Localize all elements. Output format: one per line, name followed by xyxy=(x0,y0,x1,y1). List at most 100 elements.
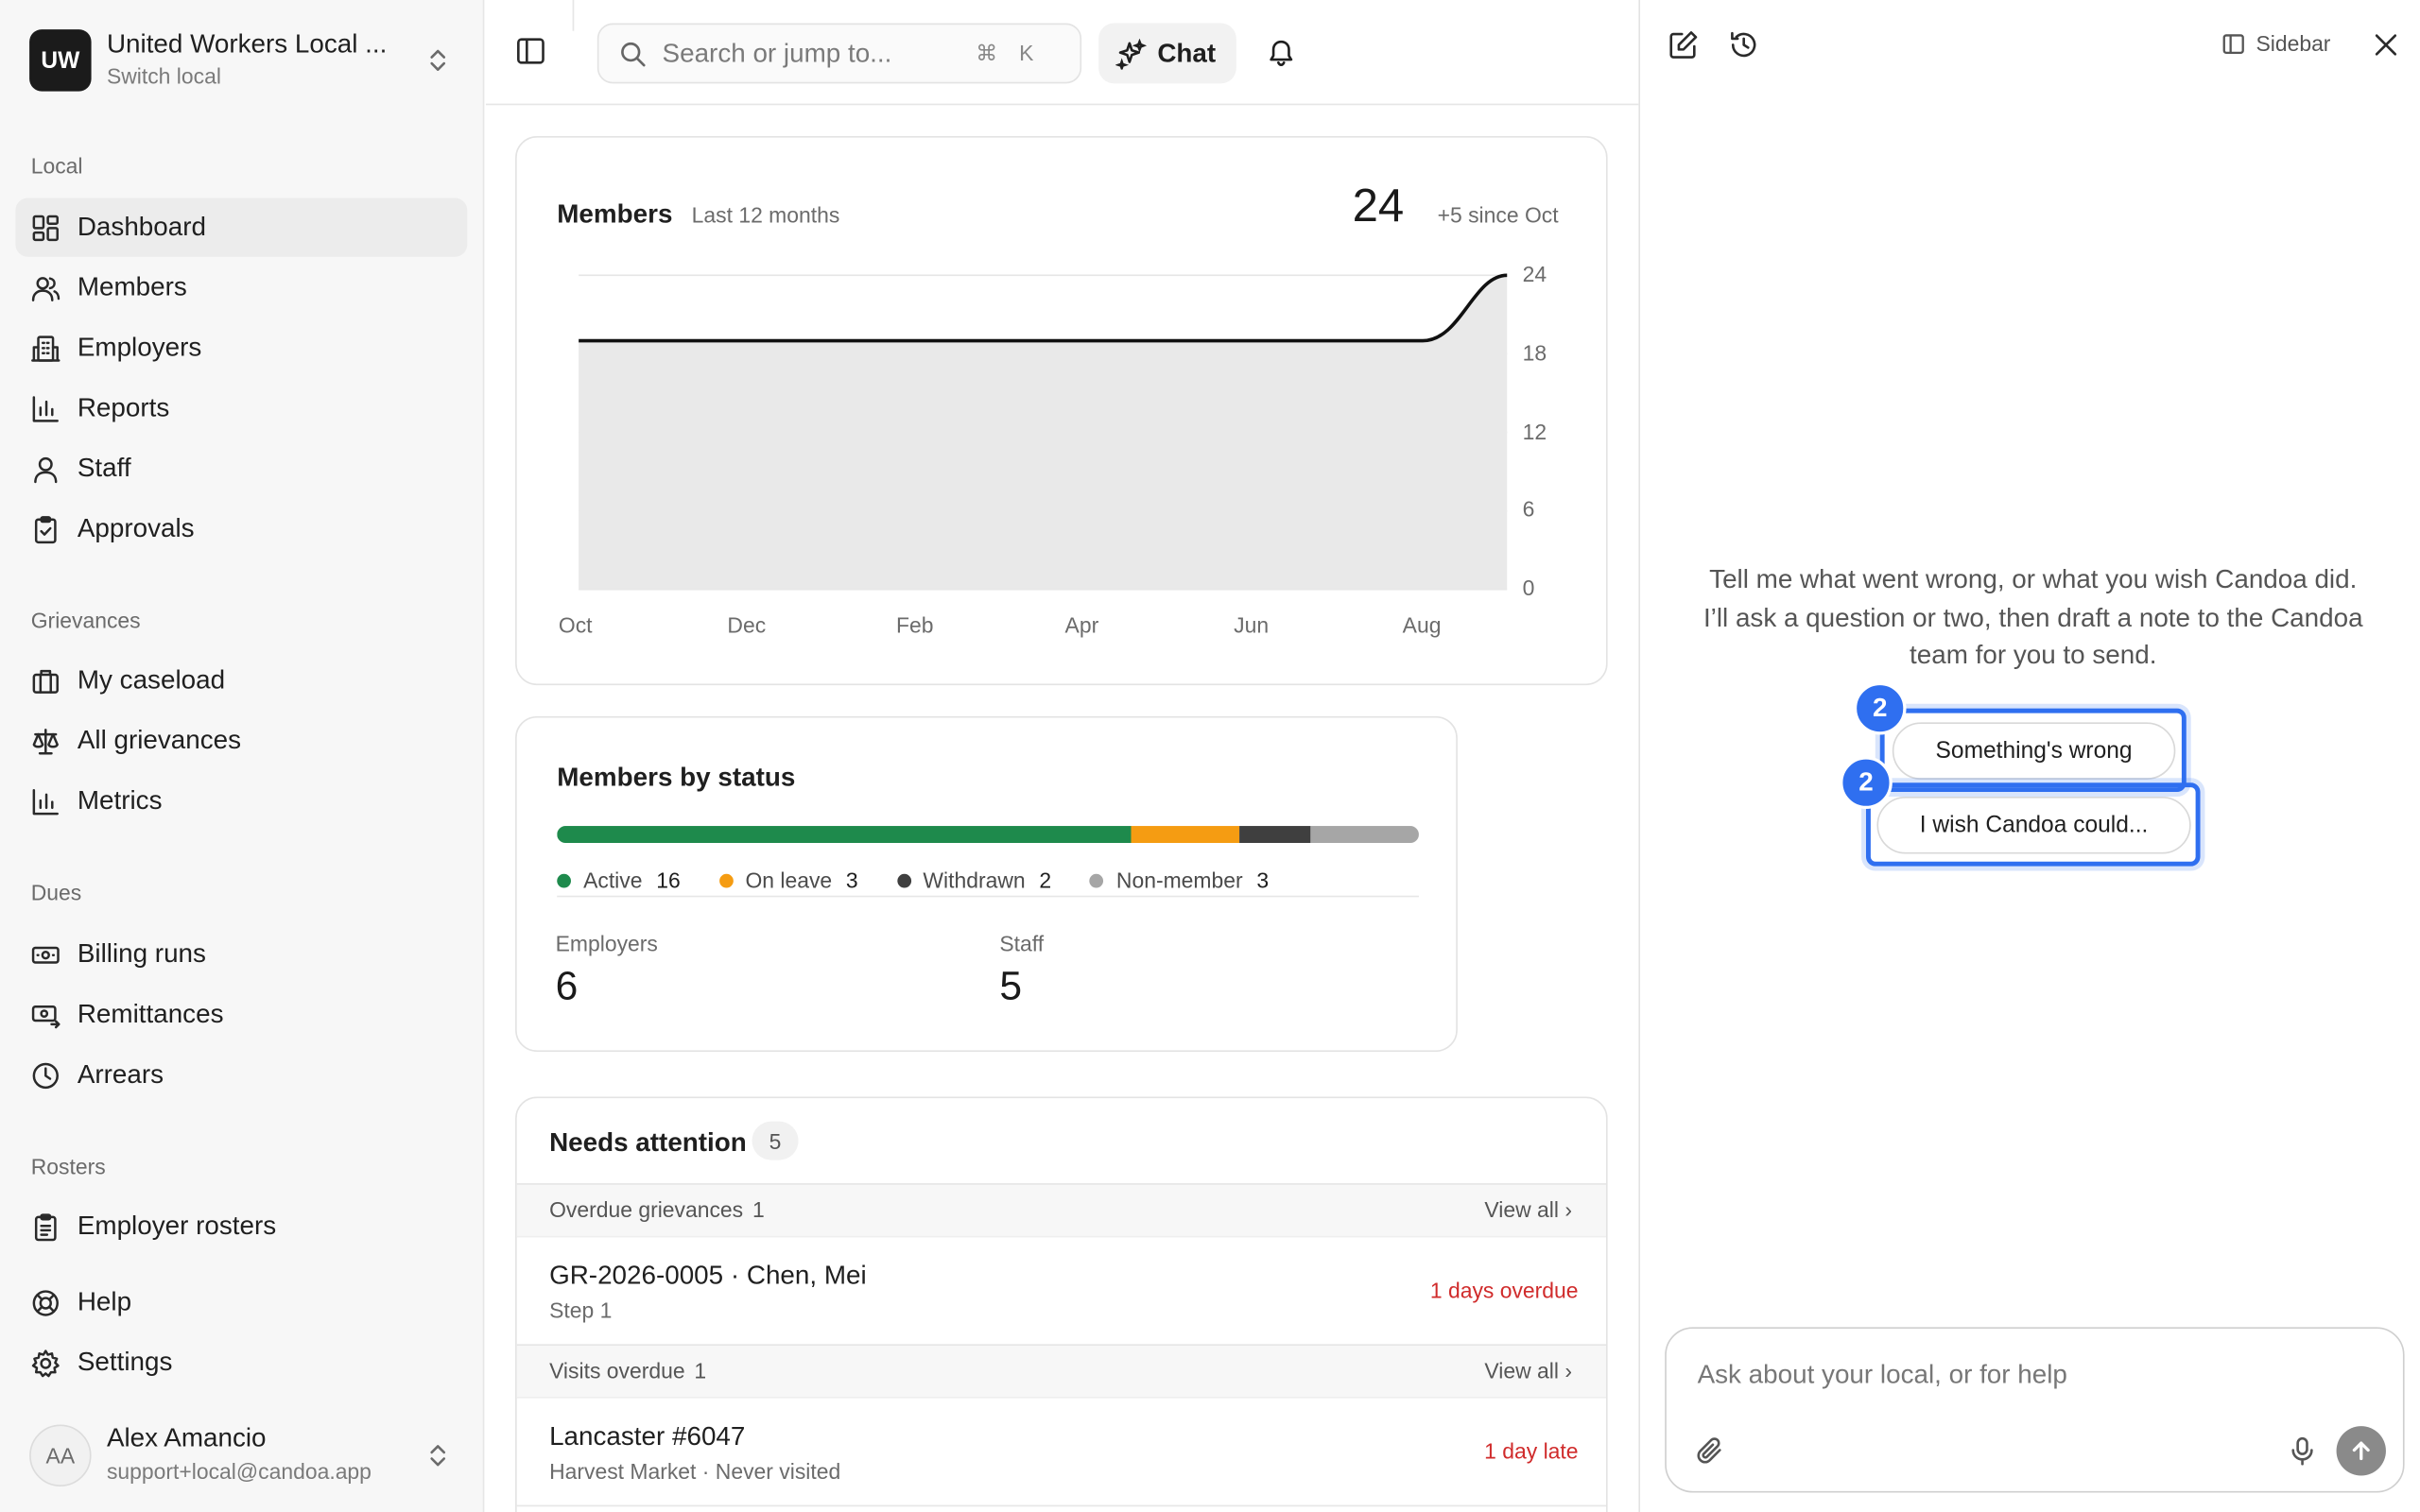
sidebar-item-label: Members xyxy=(77,272,187,302)
toggle-sidebar-icon[interactable] xyxy=(513,34,547,68)
chevron-up-down-icon[interactable] xyxy=(425,1440,450,1479)
list-item[interactable]: Lancaster #6047 Harvest Market · Never v… xyxy=(517,1399,1606,1507)
chart-area xyxy=(579,275,1508,590)
legend-dot xyxy=(896,872,911,887)
sidebar-item-my-caseload[interactable]: My caseload xyxy=(15,651,467,710)
divider xyxy=(572,0,575,31)
members-chart xyxy=(579,273,1508,591)
search-input[interactable]: Search or jump to... ⌘K xyxy=(596,23,1082,84)
sidebar-item-label: Approvals xyxy=(77,513,195,543)
shortcut-key: K xyxy=(1019,40,1056,65)
chevron-up-down-icon[interactable] xyxy=(425,44,450,76)
app-root: UW United Workers Local ... Switch local… xyxy=(0,0,2420,1512)
sidebar-item-billing-runs[interactable]: Billing runs xyxy=(15,925,467,984)
step-badge: 2 xyxy=(1840,756,1893,810)
building-icon xyxy=(31,334,60,363)
sidebar-item-dashboard[interactable]: Dashboard xyxy=(15,198,468,257)
chat-composer[interactable]: Ask about your local, or for help xyxy=(1665,1327,2405,1493)
microphone-icon[interactable] xyxy=(2287,1435,2318,1467)
sidebar-item-reports[interactable]: Reports xyxy=(15,379,467,438)
status-bar-segment xyxy=(1310,826,1419,844)
money-transfer-icon xyxy=(31,1000,60,1029)
clock-icon xyxy=(31,1060,60,1090)
sidebar-item-employer-rosters[interactable]: Employer rosters xyxy=(15,1197,467,1256)
chat-button[interactable]: Chat xyxy=(1098,23,1236,84)
new-chat-icon[interactable] xyxy=(1668,29,1699,60)
sidebar-item-remittances[interactable]: Remittances xyxy=(15,986,467,1044)
group-label: Visits overdue xyxy=(549,1358,685,1383)
scale-icon xyxy=(31,726,60,755)
row-status: 1 days overdue xyxy=(1429,1277,1579,1303)
legend-item: Non-member 3 xyxy=(1090,868,1269,892)
legend-item: Active 16 xyxy=(557,868,681,893)
sidebar-item-all-grievances[interactable]: All grievances xyxy=(15,712,467,770)
highlight-box xyxy=(1865,782,2201,867)
members-card: Members Last 12 months 24 +5 since Oct 2… xyxy=(515,136,1608,686)
legend-dot xyxy=(1090,872,1104,887)
search-icon xyxy=(621,42,646,66)
view-all-link[interactable]: View all › xyxy=(1484,1358,1572,1383)
sidebar-item-label: My caseload xyxy=(77,664,226,695)
status-bar-segment xyxy=(557,826,1132,844)
highlight-box xyxy=(1879,708,2187,793)
view-all-label: View all xyxy=(1484,1358,1559,1383)
x-tick-label: Aug xyxy=(1402,612,1442,638)
org-switcher[interactable]: UW United Workers Local ... Switch local xyxy=(29,29,408,92)
user-menu[interactable]: AA Alex Amancio support+local@candoa.app xyxy=(29,1423,372,1488)
shortcut-hint: ⌘K xyxy=(976,41,1055,67)
sidebar-item-employers[interactable]: Employers xyxy=(15,318,467,377)
sidebar-toggle-button[interactable]: Sidebar xyxy=(2221,31,2330,56)
sidebar-item-settings[interactable]: Settings xyxy=(15,1333,467,1392)
status-card-title: Members by status xyxy=(557,762,796,793)
sidebar-item-label: Employer rosters xyxy=(77,1211,277,1241)
attention-group-overdue-grievances: Overdue grievances 1 View all › xyxy=(516,1183,1606,1238)
chevron-right-icon: › xyxy=(1564,1358,1572,1383)
user-name: Alex Amancio xyxy=(106,1422,267,1452)
legend-count: 2 xyxy=(1039,868,1052,893)
needs-attention-count-badge: 5 xyxy=(752,1121,799,1160)
legend-count: 16 xyxy=(656,868,681,893)
section-label-grievances: Grievances xyxy=(30,608,141,633)
legend-label: On leave xyxy=(745,868,833,893)
sidebar-item-members[interactable]: Members xyxy=(15,258,467,317)
clipboard-list-icon xyxy=(31,1211,60,1241)
attention-group-visits-overdue: Visits overdue 1 View all › xyxy=(516,1344,1606,1399)
bell-icon[interactable] xyxy=(1266,37,1297,68)
section-label-rosters: Rosters xyxy=(30,1154,106,1179)
history-icon[interactable] xyxy=(1728,29,1759,60)
send-button[interactable] xyxy=(2336,1426,2386,1476)
sidebar-item-help[interactable]: Help xyxy=(15,1273,467,1332)
sidebar-item-approvals[interactable]: Approvals xyxy=(15,500,467,558)
top-bar: Search or jump to... ⌘K Chat xyxy=(485,0,1639,106)
divider xyxy=(516,1504,1606,1507)
sidebar-item-staff[interactable]: Staff xyxy=(15,439,467,498)
divider xyxy=(557,895,1419,898)
section-label-dues: Dues xyxy=(30,880,82,905)
composer-placeholder: Ask about your local, or for help xyxy=(1697,1359,2067,1389)
staff-stat-label: Staff xyxy=(999,931,1045,956)
list-item[interactable]: GR-2026-0005 · Chen, Mei Step 1 1 days o… xyxy=(517,1237,1606,1346)
sidebar-item-label: Remittances xyxy=(77,999,224,1029)
close-icon[interactable] xyxy=(2371,29,2402,60)
legend-item: On leave 3 xyxy=(718,868,858,893)
chat-label: Chat xyxy=(1157,38,1217,68)
legend-count: 3 xyxy=(1256,868,1270,893)
paperclip-icon[interactable] xyxy=(1694,1435,1725,1467)
status-bar-segment xyxy=(1239,826,1311,844)
row-title: Lancaster #6047 xyxy=(549,1421,746,1452)
sidebar-item-metrics[interactable]: Metrics xyxy=(15,772,467,831)
x-tick-label: Apr xyxy=(1064,612,1099,638)
sidebar-item-label: Help xyxy=(77,1286,132,1316)
view-all-label: View all xyxy=(1484,1196,1559,1223)
org-logo: UW xyxy=(29,29,92,92)
row-status: 1 day late xyxy=(1484,1438,1579,1464)
view-all-link[interactable]: View all › xyxy=(1484,1197,1572,1222)
org-name: United Workers Local ... xyxy=(106,29,388,60)
row-title: GR-2026-0005 · Chen, Mei xyxy=(549,1260,867,1291)
gear-icon xyxy=(31,1348,60,1377)
sidebar-item-arrears[interactable]: Arrears xyxy=(15,1045,467,1104)
group-label: Overdue grievances xyxy=(549,1196,744,1223)
user-icon xyxy=(31,454,60,483)
sidebar-item-label: Reports xyxy=(77,392,170,422)
banknote-icon xyxy=(31,939,60,969)
